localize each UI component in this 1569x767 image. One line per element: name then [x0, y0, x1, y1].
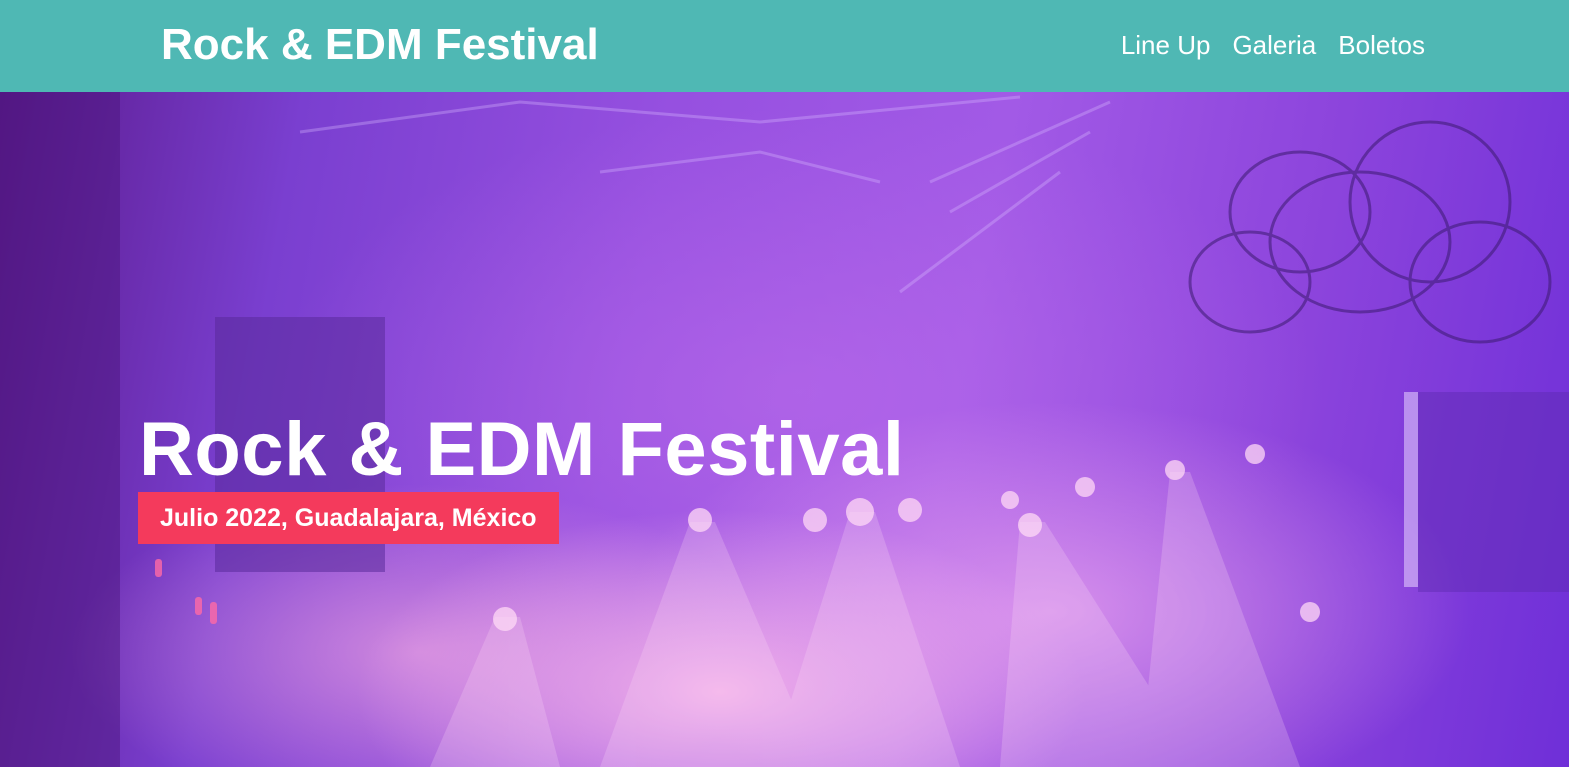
nav-link-boletos[interactable]: Boletos	[1338, 28, 1425, 62]
main-nav: Line Up Galeria Boletos	[1121, 28, 1425, 62]
page: Rock & EDM Festival Line Up Galeria Bole…	[0, 0, 1569, 767]
site-title[interactable]: Rock & EDM Festival	[161, 20, 599, 70]
hero-title: Rock & EDM Festival	[139, 407, 905, 492]
site-header: Rock & EDM Festival Line Up Galeria Bole…	[0, 0, 1569, 92]
nav-link-line-up[interactable]: Line Up	[1121, 28, 1211, 62]
event-date-badge: Julio 2022, Guadalajara, México	[138, 492, 559, 544]
nav-link-galeria[interactable]: Galeria	[1232, 28, 1316, 62]
hero-section: Rock & EDM Festival Julio 2022, Guadalaj…	[0, 92, 1569, 767]
